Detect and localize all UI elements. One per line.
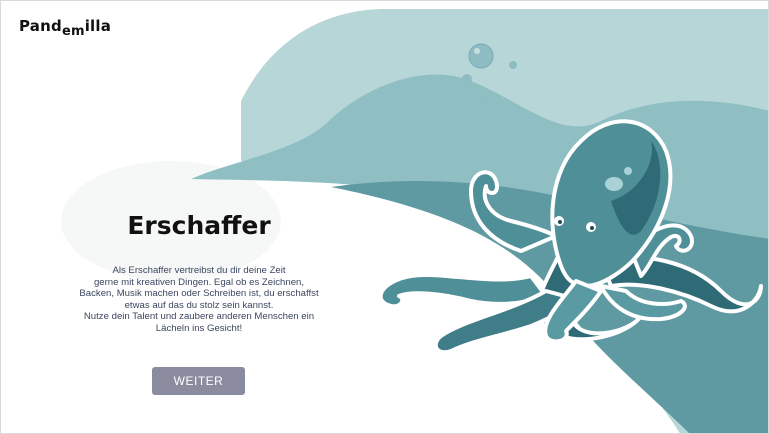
description-line: gerne mit kreativen Dingen. Egal ob es Z… bbox=[93, 276, 305, 288]
description-line: Als Erschaffer vertreibst du dir deine Z… bbox=[112, 265, 286, 276]
page-title: Erschaffer bbox=[127, 211, 271, 240]
logo-text-part2: em bbox=[61, 24, 85, 39]
continue-button[interactable]: WEITER bbox=[152, 367, 245, 395]
page-frame: Pandemilla Erschaffer Als Erschaffer ver… bbox=[0, 0, 769, 434]
description-line: Lächeln ins Gesicht! bbox=[155, 322, 243, 334]
description-line: etwas auf das du stolz sein kannst. bbox=[124, 299, 274, 311]
logo-text-part1: Pand bbox=[19, 17, 62, 35]
description-line: Nutze dein Talent und zaubere anderen Me… bbox=[83, 311, 315, 323]
description: Als Erschaffer vertreibst du dir deine Z… bbox=[61, 265, 337, 335]
description-line: Backen, Musik machen oder Schreiben ist,… bbox=[79, 288, 319, 300]
logo-text-part3: illa bbox=[84, 17, 112, 35]
logo[interactable]: Pandemilla bbox=[19, 17, 112, 39]
